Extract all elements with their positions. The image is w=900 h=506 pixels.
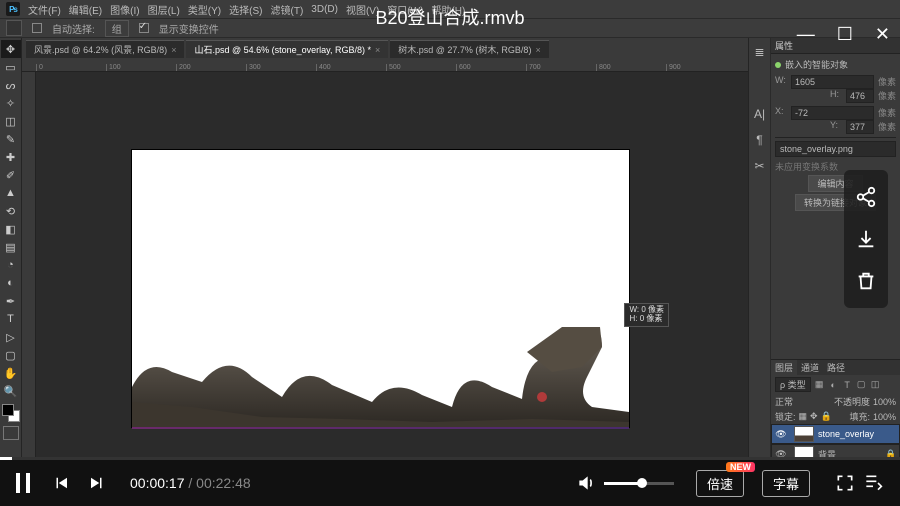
filter-type-icon[interactable]: T <box>842 379 853 390</box>
player-title: B20登山合成.rmvb <box>0 4 900 30</box>
lock-position-icon[interactable]: ✥ <box>810 411 818 422</box>
player-controls: 00:00:17 / 00:22:48 倍速 NEW 字幕 <box>0 460 900 506</box>
smart-object-label: 嵌入的智能对象 <box>785 58 848 71</box>
horizontal-ruler: 0100200300400500600700800900 <box>22 58 748 72</box>
opacity-input[interactable]: 100% <box>873 397 896 407</box>
minimize-icon[interactable]: — <box>797 24 815 45</box>
prop-width[interactable]: 1605 <box>791 75 874 89</box>
close-icon[interactable]: ✕ <box>875 24 890 45</box>
prop-height[interactable]: 476 <box>846 89 874 103</box>
transform-tooltip: W: 0 像素 H: 0 像素 <box>624 303 669 327</box>
application-frame: Ps 文件(F) 编辑(E) 图像(I) 图层(L) 类型(Y) 选择(S) 滤… <box>0 0 900 505</box>
history-brush-icon[interactable]: ⟲ <box>1 202 21 220</box>
download-icon[interactable] <box>855 228 877 250</box>
path-tool-icon[interactable]: ▷ <box>1 328 21 346</box>
volume-icon[interactable] <box>576 473 596 493</box>
color-swatch[interactable] <box>2 404 20 422</box>
toolbox: ✥ ▭ ᔕ ✧ ◫ ✎ ✚ ✐ ▲ ⟲ ◧ ▤ ◔ ◐ ✒ T ▷ ▢ ✋ 🔍 <box>0 38 22 487</box>
marquee-tool-icon[interactable]: ▭ <box>1 58 21 76</box>
playlist-icon[interactable] <box>862 472 884 494</box>
layer-row[interactable]: 👁 stone_overlay <box>771 424 900 444</box>
brush-tool-icon[interactable]: ✐ <box>1 166 21 184</box>
tab-layers[interactable]: 图层 <box>771 360 797 375</box>
share-icon[interactable] <box>855 186 877 208</box>
crop-tool-icon[interactable]: ◫ <box>1 112 21 130</box>
maximize-icon[interactable]: ☐ <box>837 24 853 45</box>
stamp-tool-icon[interactable]: ▲ <box>1 184 21 202</box>
heal-tool-icon[interactable]: ✚ <box>1 148 21 166</box>
subtitle-button[interactable]: 字幕 <box>762 470 810 497</box>
character-icon[interactable]: A| <box>752 106 768 122</box>
type-tool-icon[interactable]: T <box>1 310 21 328</box>
hand-tool-icon[interactable]: ✋ <box>1 364 21 382</box>
player-window-controls: — ☐ ✕ <box>797 24 890 45</box>
eraser-tool-icon[interactable]: ◧ <box>1 220 21 238</box>
document-area: 风景.psd @ 64.2% (风景, RGB/8)× 山石.psd @ 54.… <box>22 38 748 487</box>
shape-tool-icon[interactable]: ▢ <box>1 346 21 364</box>
gradient-tool-icon[interactable]: ▤ <box>1 238 21 256</box>
eyedropper-tool-icon[interactable]: ✎ <box>1 130 21 148</box>
tools-icon[interactable]: ✂ <box>752 158 768 174</box>
dodge-tool-icon[interactable]: ◐ <box>1 274 21 292</box>
close-icon[interactable]: × <box>171 45 176 55</box>
layer-thumbnail[interactable] <box>794 426 814 442</box>
zoom-tool-icon[interactable]: 🔍 <box>1 382 21 400</box>
vertical-ruler <box>22 72 36 487</box>
linked-file[interactable]: stone_overlay.png <box>775 141 896 157</box>
time-display: 00:00:17 / 00:22:48 <box>130 475 251 491</box>
document-tab[interactable]: 树木.psd @ 27.7% (树木, RGB/8)× <box>390 40 548 58</box>
filter-image-icon[interactable]: ▦ <box>814 379 825 390</box>
prev-icon[interactable] <box>52 474 70 492</box>
new-badge: NEW <box>726 462 755 472</box>
artwork-rocks <box>132 307 629 427</box>
trash-icon[interactable] <box>855 270 877 292</box>
layer-filter[interactable]: ρ 类型 <box>775 377 811 392</box>
filter-shape-icon[interactable]: ▢ <box>856 379 867 390</box>
video-player-root: B20登山合成.rmvb Ps 文件(F) 编辑(E) 图像(I) 图层(L) … <box>0 0 900 506</box>
move-tool-icon[interactable]: ✥ <box>1 40 21 58</box>
speed-button[interactable]: 倍速 NEW <box>696 470 744 497</box>
fill-input[interactable]: 100% <box>873 412 896 422</box>
lock-pixels-icon[interactable]: ▦ <box>799 411 808 422</box>
document-tab[interactable]: 风景.psd @ 64.2% (风景, RGB/8)× <box>26 40 184 58</box>
close-icon[interactable]: × <box>375 45 380 55</box>
fullscreen-icon[interactable] <box>834 472 856 494</box>
volume-control[interactable] <box>576 473 674 493</box>
prop-x[interactable]: -72 <box>791 106 874 120</box>
paragraph-icon[interactable]: ¶ <box>752 132 768 148</box>
next-icon[interactable] <box>88 474 106 492</box>
blend-mode[interactable]: 正常 <box>775 395 831 408</box>
tab-paths[interactable]: 路径 <box>823 360 849 375</box>
prop-y[interactable]: 377 <box>846 120 874 134</box>
quickmask-icon[interactable] <box>3 426 19 440</box>
filter-adjust-icon[interactable]: ◐ <box>828 379 839 390</box>
lasso-tool-icon[interactable]: ᔕ <box>1 76 21 94</box>
canvas-viewport[interactable]: W: 0 像素 H: 0 像素 <box>22 72 748 487</box>
lock-all-icon[interactable]: 🔒 <box>821 411 832 422</box>
floating-actions <box>844 170 888 308</box>
pen-tool-icon[interactable]: ✒ <box>1 292 21 310</box>
document-tabs: 风景.psd @ 64.2% (风景, RGB/8)× 山石.psd @ 54.… <box>22 38 748 58</box>
close-icon[interactable]: × <box>535 45 540 55</box>
tab-channels[interactable]: 通道 <box>797 360 823 375</box>
wand-tool-icon[interactable]: ✧ <box>1 94 21 112</box>
document-tab[interactable]: 山石.psd @ 54.6% (stone_overlay, RGB/8) *× <box>186 40 388 58</box>
filter-smart-icon[interactable]: ◫ <box>870 379 881 390</box>
visibility-icon[interactable]: 👁 <box>772 429 790 440</box>
canvas[interactable]: W: 0 像素 H: 0 像素 <box>132 150 629 427</box>
pause-button[interactable] <box>16 473 30 493</box>
history-icon[interactable]: ≣ <box>752 44 768 60</box>
blur-tool-icon[interactable]: ◔ <box>1 256 21 274</box>
